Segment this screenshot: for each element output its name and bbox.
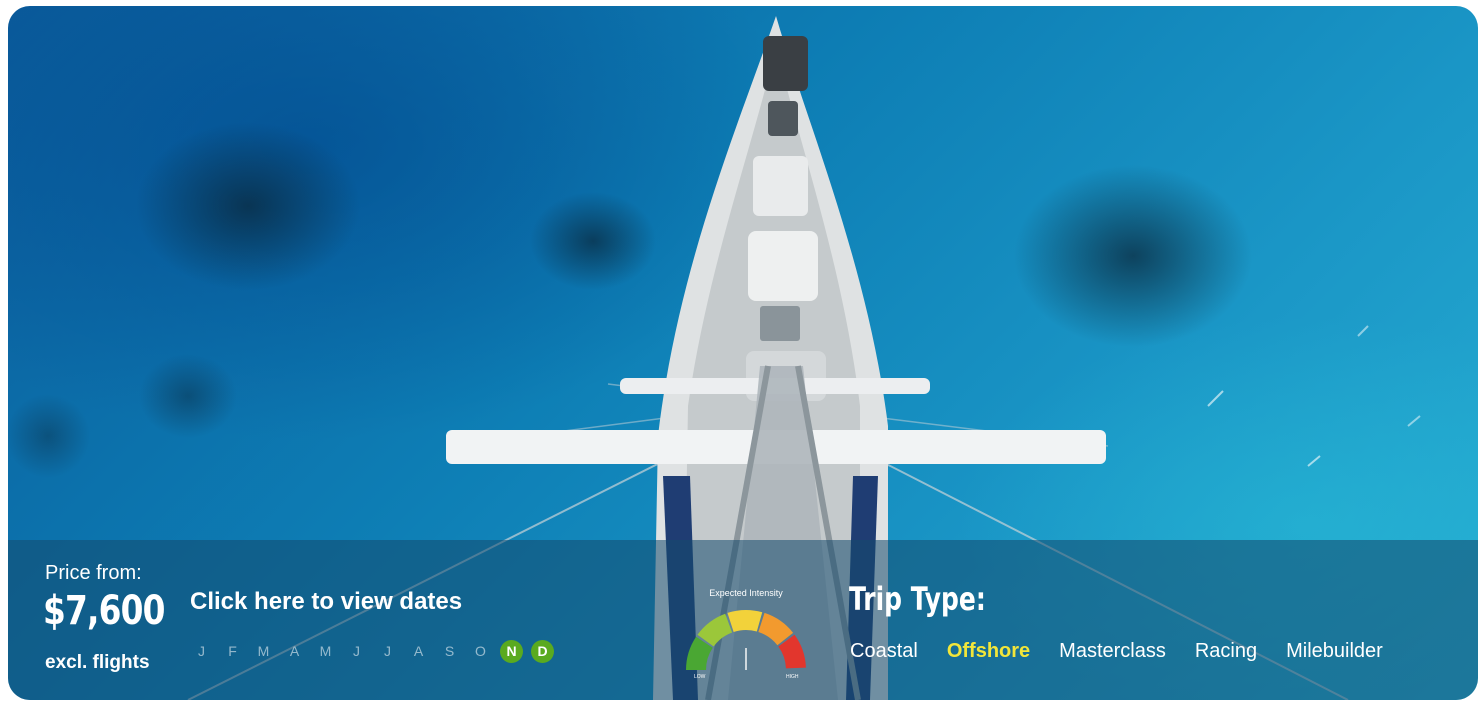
month-jun: J (353, 643, 360, 659)
intensity-title: Expected Intensity (709, 588, 783, 598)
trip-type-coastal[interactable]: Coastal (850, 640, 918, 663)
intensity-segment-low (686, 636, 714, 671)
month-apr: A (289, 643, 300, 659)
trip-type-offshore[interactable]: Offshore (947, 640, 1030, 663)
intensity-segment-mid-high (757, 612, 794, 646)
month-aug: A (413, 643, 424, 659)
month-mar: M (257, 643, 270, 659)
intensity-segment-high (778, 634, 806, 669)
month-sep: S (444, 643, 455, 659)
month-nov: N (500, 640, 523, 663)
month-jul: J (384, 643, 391, 659)
intensity-segment-mid (727, 610, 763, 633)
price-label: Price from: (45, 562, 142, 584)
trip-type-title: Trip Type: (849, 580, 986, 618)
month-jan: J (198, 643, 205, 659)
month-oct: O (475, 643, 486, 659)
month-may: M (319, 643, 332, 659)
price-note: excl. flights (45, 652, 150, 673)
trip-type-list: Coastal Offshore Masterclass Racing Mile… (850, 640, 1412, 663)
intensity-segment-low-mid (697, 613, 733, 647)
intensity-gauge-icon: LOW HIGH (686, 610, 806, 680)
trip-type-masterclass[interactable]: Masterclass (1059, 640, 1166, 663)
trip-type-racing[interactable]: Racing (1195, 640, 1257, 663)
intensity-high-label: HIGH (786, 674, 799, 680)
intensity-low-label: LOW (694, 674, 706, 680)
view-dates-link[interactable]: Click here to view dates (190, 588, 462, 616)
month-dec: D (531, 640, 554, 663)
month-feb: F (228, 643, 237, 659)
trip-type-milebuilder[interactable]: Milebuilder (1286, 640, 1383, 663)
price-value: $7,600 (43, 588, 165, 634)
month-calendar: J F M A M J J A S O N D (190, 640, 562, 663)
